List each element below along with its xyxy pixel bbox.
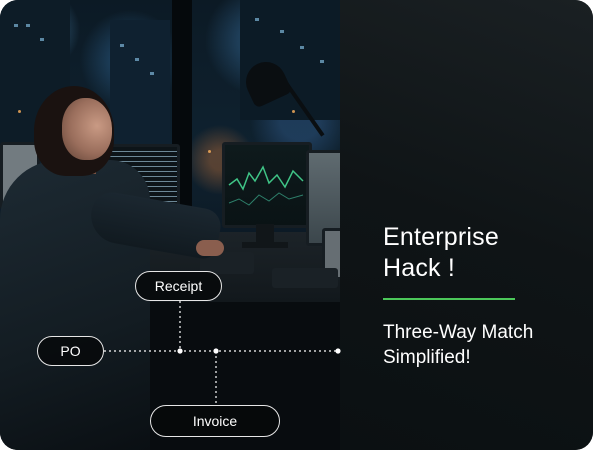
po-label: PO (60, 343, 81, 359)
po-node: PO (37, 336, 104, 366)
chart-graphic (228, 165, 304, 206)
invoice-label: Invoice (192, 413, 238, 429)
receipt-label: Receipt (154, 278, 203, 294)
subheadline: Three-Way Match Simplified! (383, 322, 534, 368)
invoice-node: Invoice (150, 405, 280, 437)
text-panel: Enterprise Hack ! Three-Way Match Simpli… (340, 0, 593, 450)
monitor-chart (222, 142, 312, 228)
receipt-node: Receipt (135, 271, 222, 301)
person-face (62, 98, 112, 160)
accent-divider (383, 298, 515, 300)
laptop-keyboard (272, 268, 338, 288)
promo-card: Enterprise Hack ! Three-Way Match Simpli… (0, 0, 593, 450)
office-photo (0, 0, 340, 450)
headline: Enterprise Hack ! (383, 223, 499, 282)
